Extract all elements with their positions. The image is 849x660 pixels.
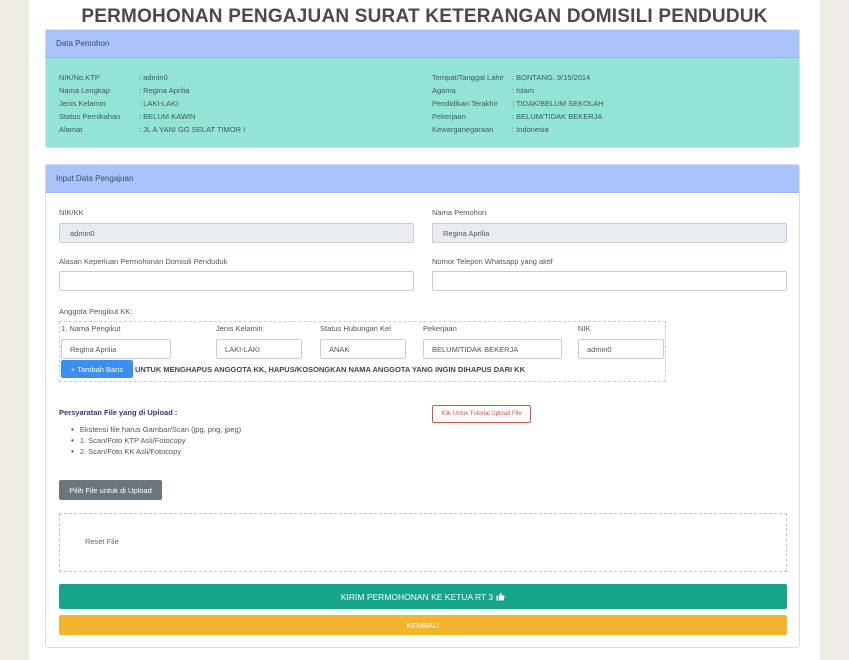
column-header-nik: NIK: [578, 324, 591, 333]
anggota-jenis-kelamin-input[interactable]: LAKI-LAKI: [216, 339, 302, 359]
persyaratan-item: 2. Scan/Foto KK Asli/Fotocopy: [71, 446, 241, 457]
thumbs-up-icon: [496, 592, 505, 601]
telepon-input[interactable]: [432, 271, 787, 291]
tambah-baris-button[interactable]: + Tambah Baris: [61, 360, 133, 378]
column-header-nama: 1. Nama Pengikut: [61, 324, 121, 333]
pemohon-value: : Regina Aprilia: [139, 86, 190, 95]
data-pemohon-card: Data Pemohon NIK/No.KTP : admin0 Nama Le…: [45, 29, 800, 148]
anggota-label: Anggota Pengikut KK:: [59, 307, 133, 316]
pemohon-value: : JL A YANI GG SELAT TIMOR I: [139, 125, 246, 134]
telepon-label: Nomor Telepon Whatsapp yang aktif: [432, 257, 553, 266]
column-header-pekerjaan: Pekerjaan: [423, 324, 457, 333]
column-header-status: Status Hubungan Kel: [320, 324, 391, 333]
page-container: PERMOHONAN PENGAJUAN SURAT KETERANGAN DO…: [29, 0, 820, 660]
alasan-input[interactable]: [59, 271, 414, 291]
pemohon-label: Pekerjaan: [432, 112, 466, 121]
nama-pemohon-label: Nama Pemohon: [432, 208, 487, 217]
pemohon-label: NIK/No.KTP: [59, 73, 100, 82]
kirim-permohonan-button[interactable]: KIRIM PERMOHONAN KE KETUA RT 3: [59, 584, 787, 609]
pemohon-label: Pendidikan Terakhir: [432, 99, 498, 108]
pemohon-label: Kewarganegaraan: [432, 125, 494, 134]
pemohon-value: : BELUM/TIDAK BEKERJA: [512, 112, 603, 121]
kirim-label: KIRIM PERMOHONAN KE KETUA RT 3: [340, 591, 494, 602]
pilih-file-button[interactable]: Pilih File untuk di Upload: [59, 480, 162, 500]
reset-file-link[interactable]: Reset File: [85, 537, 119, 546]
upload-dropzone[interactable]: [59, 513, 787, 572]
pemohon-label: Status Pernikahan: [59, 112, 121, 121]
anggota-nik-input[interactable]: admin0: [578, 339, 664, 359]
input-pengajuan-header: Input Data Pengajuan: [46, 165, 799, 193]
nik-kk-label: NIK/KK: [59, 208, 84, 217]
pemohon-value: : Islam: [512, 86, 535, 95]
tutorial-upload-button[interactable]: Klik Untuk Tutorial Upload File: [432, 405, 531, 423]
kembali-button[interactable]: KEMBALI: [59, 615, 787, 635]
persyaratan-list: Ekstensi file harus Gambar/Scan (jpg, pn…: [71, 424, 241, 457]
data-pemohon-header: Data Pemohon: [46, 30, 799, 58]
pemohon-value: : Indonesia: [512, 125, 549, 134]
nik-kk-input[interactable]: admin0: [59, 223, 414, 243]
pemohon-label: Tempat/Tanggal Lahir: [432, 73, 504, 82]
persyaratan-title: Persyaratan File yang di Upload :: [59, 408, 178, 417]
persyaratan-item: 1. Scan/Foto KTP Asli/Fotocopy: [71, 435, 241, 446]
nama-pemohon-input[interactable]: Regina Aprilia: [432, 223, 787, 243]
pemohon-label: Nama Lengkap: [59, 86, 110, 95]
input-pengajuan-card: Input Data Pengajuan NIK/KK admin0 Nama …: [45, 164, 800, 648]
anggota-status-input[interactable]: ANAK: [320, 339, 406, 359]
pemohon-value: : TIDAK/BELUM SEKOLAH: [512, 99, 604, 108]
pemohon-value: : BELUM KAWIN: [139, 112, 196, 121]
alasan-label: Alasan Keperluan Permohonan Domisili Pen…: [59, 257, 228, 266]
pemohon-value: : admin0: [139, 73, 168, 82]
pemohon-label: Jenis Kelamin: [59, 99, 106, 108]
data-pemohon-body: NIK/No.KTP : admin0 Nama Lengkap : Regin…: [46, 58, 799, 147]
anggota-pekerjaan-input[interactable]: BELUM/TIDAK BEKERJA: [423, 339, 562, 359]
pemohon-label: Alamat: [59, 125, 83, 134]
pemohon-value: : BONTANG, 9/15/2014: [512, 73, 591, 82]
column-header-jenis-kelamin: Jenis Kelamin: [216, 324, 263, 333]
page-title: PERMOHONAN PENGAJUAN SURAT KETERANGAN DO…: [81, 6, 768, 27]
anggota-nama-input[interactable]: Regina Aprilia: [61, 339, 171, 359]
pemohon-label: Agama: [432, 86, 456, 95]
hapus-hint: UNTUK MENGHAPUS ANGGOTA KK, HAPUS/KOSONG…: [135, 365, 526, 374]
pemohon-value: : LAKI-LAKI: [139, 99, 179, 108]
persyaratan-item: Ekstensi file harus Gambar/Scan (jpg, pn…: [71, 424, 241, 435]
